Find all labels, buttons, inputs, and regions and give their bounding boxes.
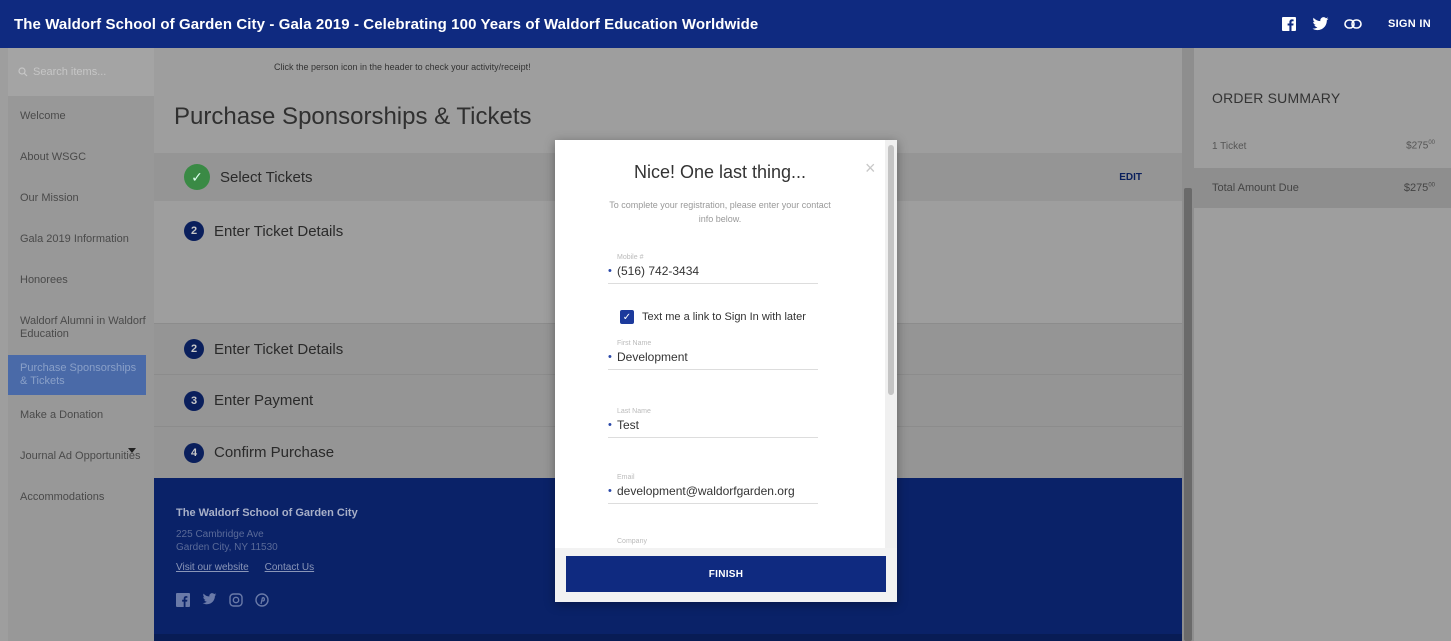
event-title: The Waldorf School of Garden City - Gala… bbox=[14, 15, 759, 33]
field-value: Test bbox=[617, 418, 640, 432]
footer-links: Visit our website Contact Us bbox=[176, 562, 314, 573]
search-placeholder: Search items... bbox=[33, 66, 107, 78]
step-label: Enter Ticket Details bbox=[214, 340, 344, 358]
summary-value: $27500 bbox=[1403, 182, 1435, 194]
step-number: 2 bbox=[184, 339, 204, 359]
step-number: 3 bbox=[184, 390, 204, 411]
field-label: Company bbox=[617, 538, 647, 545]
modal-scrollbar[interactable] bbox=[885, 140, 897, 548]
facebook-icon[interactable] bbox=[176, 593, 190, 607]
top-header: The Waldorf School of Garden City - Gala… bbox=[0, 0, 1451, 48]
required-marker: • bbox=[608, 419, 612, 431]
instagram-icon[interactable] bbox=[229, 593, 243, 607]
sidebar-item-donation[interactable]: Make a Donation bbox=[8, 395, 154, 436]
search-input[interactable]: Search items... bbox=[8, 48, 154, 96]
field-label: Email bbox=[617, 474, 635, 481]
sidebar-item-honorees[interactable]: Honorees bbox=[8, 260, 154, 301]
twitter-icon[interactable] bbox=[202, 593, 217, 605]
field-value: (516) 742-3434 bbox=[617, 264, 700, 278]
sidebar: Search items... Welcome About WSGC Our M… bbox=[8, 48, 154, 641]
field-label: Last Name bbox=[617, 408, 651, 415]
sidebar-item-gala-info[interactable]: Gala 2019 Information bbox=[8, 219, 154, 260]
field-label: First Name bbox=[617, 340, 652, 347]
link-icon[interactable] bbox=[1344, 15, 1362, 33]
sidebar-item-welcome[interactable]: Welcome bbox=[8, 96, 154, 137]
field-value: development@waldorfgarden.org bbox=[617, 484, 795, 498]
summary-row-ticket: 1 Ticket $27500 bbox=[1194, 126, 1451, 166]
website-link[interactable]: Visit our website bbox=[176, 562, 249, 573]
activity-notice: Click the person icon in the header to c… bbox=[274, 62, 531, 72]
text-link-checkbox-row[interactable]: ✓ Text me a link to Sign In with later bbox=[620, 310, 806, 324]
company-field[interactable]: Company bbox=[608, 538, 818, 545]
first-name-field[interactable]: First Name • Development bbox=[608, 340, 818, 370]
sidebar-item-accommodations[interactable]: Accommodations bbox=[8, 477, 154, 518]
contact-info-modal: × Nice! One last thing... To complete yo… bbox=[555, 140, 897, 602]
modal-footer: FINISH bbox=[555, 548, 897, 602]
required-marker: • bbox=[608, 265, 612, 277]
summary-value: $27500 bbox=[1406, 140, 1435, 152]
sign-in-link[interactable]: SIGN IN bbox=[1388, 18, 1431, 30]
email-field[interactable]: Email • development@waldorfgarden.org bbox=[608, 474, 818, 504]
twitter-icon[interactable] bbox=[1312, 15, 1330, 33]
scrollbar-thumb[interactable] bbox=[1184, 188, 1192, 641]
sidebar-item-journal-ad[interactable]: Journal Ad Opportunities bbox=[8, 436, 154, 477]
page-scrollbar[interactable] bbox=[1182, 48, 1194, 641]
header-actions: SIGN IN bbox=[1280, 0, 1431, 48]
modal-scrollbar-thumb[interactable] bbox=[888, 145, 894, 395]
order-summary: ORDER SUMMARY 1 Ticket $27500 Total Amou… bbox=[1194, 48, 1451, 641]
footer-address: 225 Cambridge Ave Garden City, NY 11530 bbox=[176, 528, 278, 554]
summary-row-total: Total Amount Due $27500 bbox=[1194, 168, 1451, 208]
order-summary-title: ORDER SUMMARY bbox=[1212, 90, 1341, 106]
step-number: 2 bbox=[184, 221, 204, 241]
field-label: Mobile # bbox=[617, 254, 644, 261]
step-label: Enter Ticket Details bbox=[214, 222, 344, 240]
footer-address-line: Garden City, NY 11530 bbox=[176, 542, 278, 553]
step-number: 4 bbox=[184, 442, 204, 463]
step-label: Select Tickets bbox=[220, 168, 313, 186]
mobile-field[interactable]: Mobile # • (516) 742-3434 bbox=[608, 254, 818, 284]
checkbox-label: Text me a link to Sign In with later bbox=[642, 311, 806, 323]
finish-button[interactable]: FINISH bbox=[566, 556, 886, 592]
edit-button[interactable]: EDIT bbox=[1119, 172, 1142, 183]
sidebar-item-about[interactable]: About WSGC bbox=[8, 137, 154, 178]
last-name-field[interactable]: Last Name • Test bbox=[608, 408, 818, 438]
required-marker: • bbox=[608, 485, 612, 497]
modal-subtitle: To complete your registration, please en… bbox=[609, 200, 831, 224]
facebook-icon[interactable] bbox=[1280, 15, 1298, 33]
required-marker: • bbox=[608, 351, 612, 363]
footer-social bbox=[176, 593, 269, 607]
footer-school-name: The Waldorf School of Garden City bbox=[176, 507, 358, 519]
field-value: Development bbox=[617, 350, 688, 364]
modal-title: Nice! One last thing... bbox=[633, 162, 807, 182]
check-icon: ✓ bbox=[184, 164, 210, 190]
step-label: Enter Payment bbox=[214, 392, 314, 409]
step-label: Confirm Purchase bbox=[214, 444, 335, 461]
sidebar-item-alumni[interactable]: Waldorf Alumni in Waldorf Education bbox=[8, 301, 154, 355]
checkbox-checked-icon[interactable]: ✓ bbox=[620, 310, 634, 324]
summary-label: 1 Ticket bbox=[1212, 140, 1247, 152]
summary-label: Total Amount Due bbox=[1212, 182, 1299, 194]
page-title: Purchase Sponsorships & Tickets bbox=[174, 103, 532, 130]
footer-address-line: 225 Cambridge Ave bbox=[176, 529, 264, 540]
sidebar-item-mission[interactable]: Our Mission bbox=[8, 178, 154, 219]
pinterest-icon[interactable] bbox=[255, 593, 269, 607]
sidebar-item-purchase[interactable]: Purchase Sponsorships & Tickets bbox=[8, 355, 146, 395]
search-icon bbox=[18, 67, 28, 77]
chevron-down-icon[interactable] bbox=[128, 448, 136, 453]
contact-link[interactable]: Contact Us bbox=[265, 562, 314, 573]
footer-bottom-bar bbox=[154, 634, 1182, 641]
